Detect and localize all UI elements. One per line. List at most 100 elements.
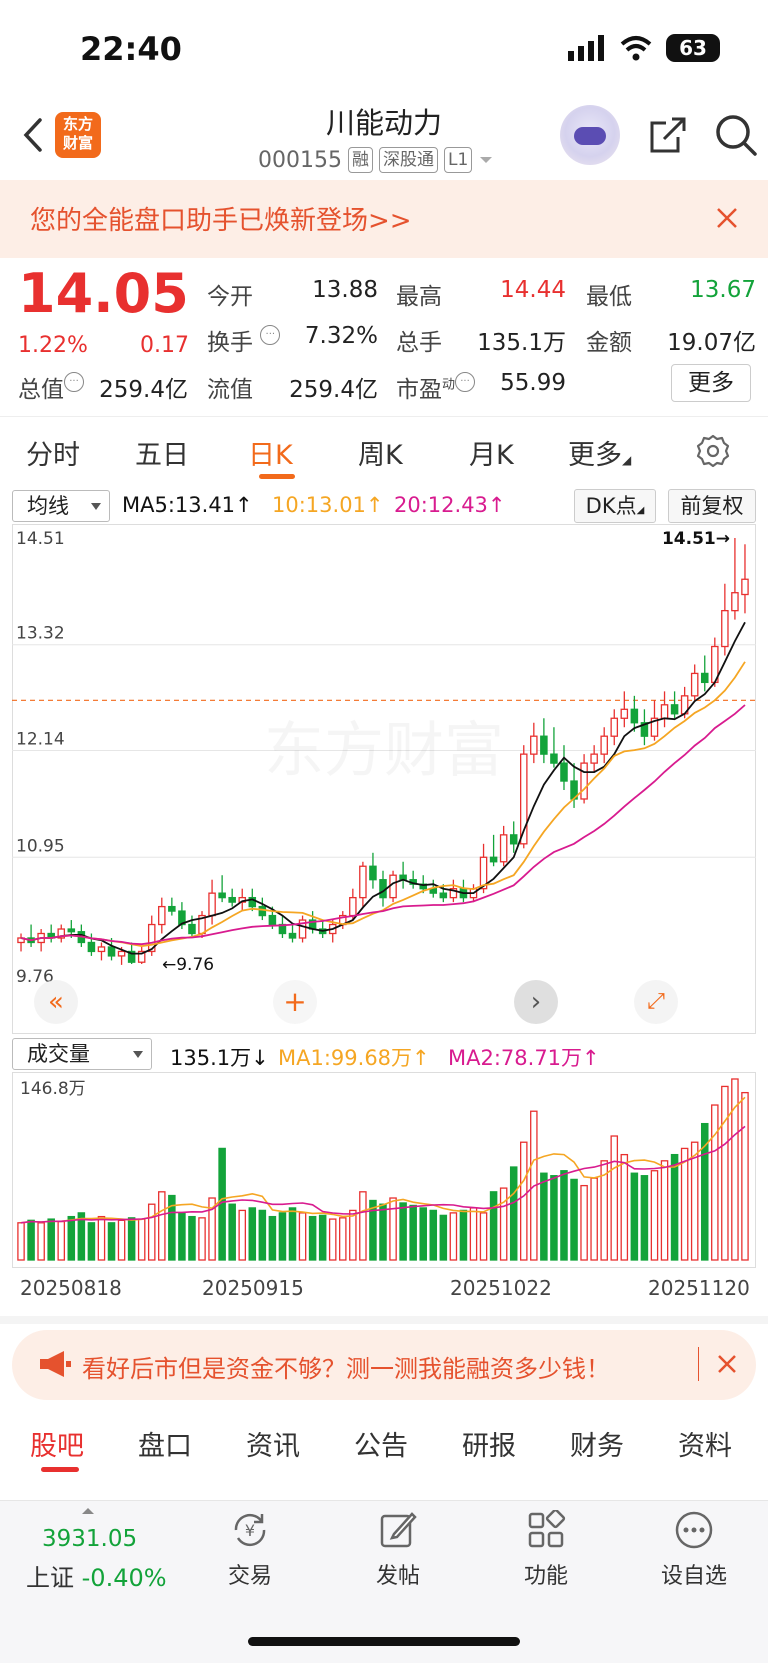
ma20-value: 20:12.43↑ (394, 493, 506, 517)
candle-body (620, 708, 629, 719)
candle-body (188, 923, 196, 935)
caret-down-icon (480, 157, 493, 163)
x-label: 20251022 (450, 1276, 552, 1300)
indicator-select[interactable]: 均线 (12, 490, 110, 522)
index-value[interactable]: 3931.05 (42, 1526, 137, 1552)
volume-bar (660, 1160, 669, 1261)
signal-icon (568, 35, 604, 61)
volume-bar (158, 1191, 166, 1261)
volume-chart[interactable]: 146.8万 (12, 1072, 756, 1268)
candle-body (690, 672, 699, 697)
tab-news[interactable]: 资讯 (246, 1424, 300, 1463)
crosshair-button[interactable]: + (273, 980, 317, 1024)
volume-bar (268, 1215, 277, 1261)
edit-post-icon[interactable] (378, 1510, 418, 1550)
svg-text:¥: ¥ (245, 1521, 255, 1540)
low-value: 13.67 (690, 277, 756, 303)
promo-text[interactable]: 看好后市但是资金不够？测一测我能融资多少钱！ (82, 1349, 610, 1384)
candle-body (258, 905, 267, 917)
volume-ma1: MA1:99.68万↑ (278, 1046, 430, 1070)
volume-total: 135.1万↓ (170, 1046, 269, 1070)
tab-intraday[interactable]: 分时 (26, 433, 80, 472)
tab-financials[interactable]: 财务 (570, 1424, 624, 1463)
assistant-robot-icon[interactable] (560, 105, 620, 165)
tab-announcements[interactable]: 公告 (354, 1424, 408, 1463)
volume-bar (87, 1222, 96, 1261)
candle-body (359, 865, 367, 899)
scroll-left-button[interactable]: « (34, 980, 78, 1024)
volume-bar (258, 1209, 267, 1261)
tab-order-book[interactable]: 盘口 (138, 1424, 192, 1463)
candle-body (369, 865, 377, 881)
battery-icon: 63 (666, 34, 720, 62)
tag-margin: 融 (347, 147, 373, 173)
tab-weekly-k[interactable]: 周K (358, 433, 403, 472)
info-icon: ··· (64, 372, 84, 392)
x-label: 20250818 (20, 1276, 122, 1300)
tab-monthly-k[interactable]: 月K (469, 433, 514, 472)
volume-bar (188, 1215, 196, 1261)
tab-more[interactable]: 更多◢ (568, 433, 631, 472)
gear-icon[interactable] (696, 434, 730, 468)
tab-forum[interactable]: 股吧 (30, 1424, 84, 1463)
candle-body (288, 932, 297, 939)
volume-bar (178, 1212, 186, 1261)
tab-five-day[interactable]: 五日 (135, 433, 189, 472)
dk-point-button[interactable]: DK点◢ (574, 489, 656, 523)
volume-indicator-select[interactable]: 成交量 (12, 1038, 152, 1070)
share-icon[interactable] (648, 115, 688, 155)
tag-level: L1 (443, 147, 473, 173)
tab-daily-k[interactable]: 日K (248, 433, 293, 472)
candle-body (489, 856, 498, 863)
volume-bar (459, 1209, 468, 1261)
tab-profile[interactable]: 资料 (678, 1424, 732, 1463)
float-cap-value: 259.4亿 (289, 377, 378, 403)
trade-label[interactable]: 交易 (200, 1558, 300, 1590)
candle-body (228, 896, 236, 903)
promo-divider (698, 1347, 699, 1381)
index-label[interactable]: 上证 -0.40% (26, 1558, 167, 1593)
grid-apps-icon[interactable] (526, 1510, 566, 1550)
search-icon[interactable] (714, 113, 758, 157)
more-dots-icon[interactable] (674, 1510, 714, 1550)
y-tick-label: 14.51 (16, 529, 65, 549)
post-label[interactable]: 发帖 (348, 1558, 448, 1590)
volume-bar (369, 1199, 377, 1261)
scroll-right-button[interactable]: › (514, 980, 558, 1024)
add-watchlist-label[interactable]: 设自选 (644, 1558, 744, 1590)
adjust-price-button[interactable]: 前复权 (668, 489, 756, 523)
candle-body (700, 672, 709, 684)
home-indicator (248, 1637, 520, 1646)
fullscreen-icon[interactable]: ⤢ (634, 980, 678, 1024)
candle-body (630, 708, 639, 724)
low-label: 最低 (586, 284, 632, 310)
candle-body (97, 946, 106, 953)
volume-bar (238, 1209, 246, 1261)
float-cap-label: 流值 (207, 377, 253, 403)
volume-bar (228, 1203, 236, 1261)
candle-body (731, 592, 739, 612)
stock-code: 000155 (258, 147, 342, 173)
volume-bar (278, 1212, 287, 1261)
volume-bar (439, 1214, 448, 1261)
yuan-exchange-icon[interactable]: ¥ (230, 1510, 270, 1550)
close-icon[interactable] (714, 1351, 740, 1377)
functions-label[interactable]: 功能 (496, 1558, 596, 1590)
turnover-label: 换手 ··· (207, 323, 281, 357)
change-amount: 0.17 (140, 333, 189, 358)
more-button[interactable]: 更多 (671, 364, 751, 402)
amount-label: 金额 (586, 330, 632, 356)
close-icon[interactable] (712, 203, 742, 233)
volume-bar (198, 1217, 206, 1261)
banner-text[interactable]: 您的全能盘口助手已焕新登场>> (30, 200, 412, 237)
stock-code-row[interactable]: 000155 融 深股通 L1 (258, 147, 494, 173)
tab-research[interactable]: 研报 (462, 1424, 516, 1463)
status-time: 22:40 (80, 30, 182, 68)
volume-bar (248, 1207, 257, 1261)
volume-bar (711, 1104, 719, 1261)
caret-up-icon[interactable] (80, 1506, 96, 1516)
candlestick-chart[interactable]: 14.5113.3212.1410.959.76东方财富14.51→←9.76 (12, 524, 756, 1034)
y-tick-label: 12.14 (16, 730, 65, 750)
candle-body (530, 735, 538, 755)
x-label: 20251120 (648, 1276, 750, 1300)
